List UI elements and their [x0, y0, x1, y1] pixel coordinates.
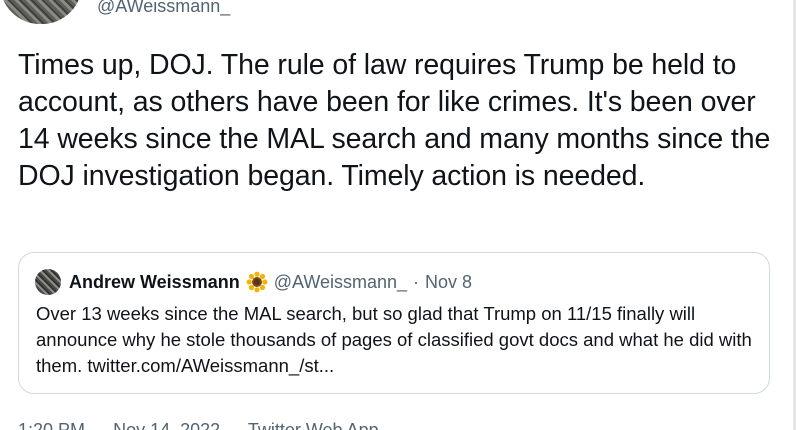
meta-separator-2: · [231, 420, 238, 430]
quoted-tweet-text: Over 13 weeks since the MAL search, but … [36, 303, 752, 376]
tweet-time[interactable]: 1:20 PM [18, 420, 85, 430]
quoted-tweet-card[interactable]: Andrew Weissmann @AWeissmann_ · Nov 8 Ov… [18, 252, 770, 394]
quoted-author-handle: @AWeissmann_ [273, 272, 408, 292]
quoted-tweet-date[interactable]: Nov 8 [425, 270, 472, 294]
sunflower-icon [246, 271, 268, 293]
meta-separator: · [96, 420, 103, 430]
quoted-tweet-header: Andrew Weissmann @AWeissmann_ · Nov 8 [35, 269, 472, 295]
dot-separator: · [413, 272, 420, 292]
tweet-date[interactable]: Nov 14, 2022 [113, 420, 220, 430]
tweet-meta: 1:20 PM · Nov 14, 2022 · Twitter Web App [18, 418, 379, 430]
author-avatar[interactable] [0, 0, 82, 24]
quoted-author-name: Andrew Weissmann [69, 272, 240, 292]
tweet-source[interactable]: Twitter Web App [248, 420, 379, 430]
tweet-text: Times up, DOJ. The rule of law requires … [18, 49, 771, 192]
quoted-author-avatar [35, 269, 61, 295]
author-handle[interactable]: @AWeissmann_ [97, 0, 230, 18]
